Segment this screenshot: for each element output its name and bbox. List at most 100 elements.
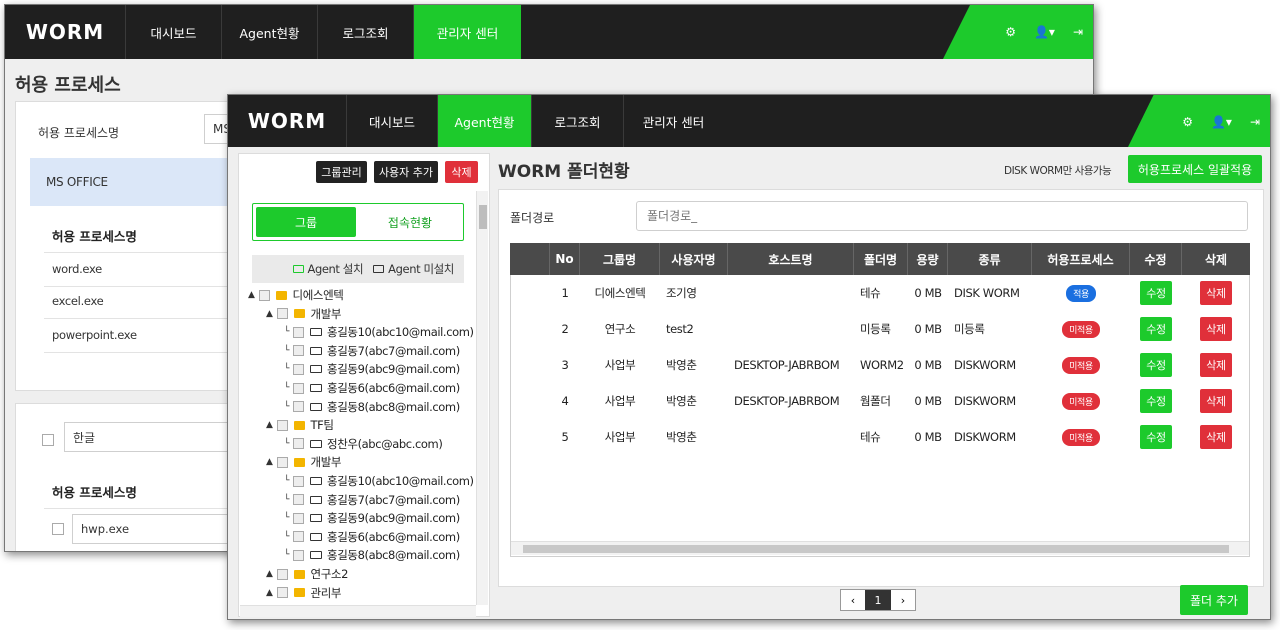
selected-group-label: MS OFFICE [46,175,108,189]
tree-checkbox[interactable] [276,568,288,580]
front-nav-admin[interactable]: 관리자 센터 [623,95,723,147]
back-nav-agent[interactable]: Agent현황 [221,5,317,59]
table-hscrollbar[interactable] [511,541,1249,555]
tree-checkbox[interactable] [276,456,288,468]
sidebar-scrollbar[interactable] [476,191,488,605]
tree-checkbox[interactable] [276,587,288,599]
collapse-toggle-icon[interactable]: ▲ [266,569,273,579]
tree-folder-item[interactable]: ▲ TF팀 [266,417,334,433]
tree-checkbox[interactable] [293,512,305,524]
tree-checkbox[interactable] [293,401,305,413]
col-group: 그룹명 [580,243,660,275]
back-nav-admin[interactable]: 관리자 센터 [413,5,521,59]
edit-row-button[interactable]: 수정 [1140,317,1172,341]
sidebar-hscrollbar[interactable] [240,605,476,617]
back-nav-log[interactable]: 로그조회 [317,5,413,59]
tree-folder-item[interactable]: ▲ 개발부 [266,306,341,322]
delete-button[interactable]: 삭제 [445,161,478,183]
tree-checkbox[interactable] [293,345,305,357]
collapse-toggle-icon[interactable]: ▲ [248,290,255,300]
selected-group-row[interactable]: MS OFFICE [30,158,250,206]
tree-user-item[interactable]: └ 홍길동8(abc8@mail.com) [284,399,460,415]
apply-process-button[interactable]: 허용프로세스 일괄적용 [1128,155,1262,183]
group-manage-button[interactable]: 그룹관리 [316,161,367,183]
group2-name-input[interactable]: 한글 [64,422,254,452]
process-input[interactable]: hwp.exe [72,514,252,544]
col-edit: 수정 [1130,243,1182,275]
tab-status[interactable]: 접속현황 [358,207,462,237]
tree-folder-item[interactable]: ▲ 디에스엔텍 [248,287,344,303]
group2-checkbox[interactable] [42,434,54,446]
folder-icon [275,290,287,300]
logout-icon[interactable]: ⇥ [1073,25,1083,39]
settings-icon[interactable]: ⚙ [1005,25,1016,39]
tree-folder-item[interactable]: ▲ 연구소2 [266,566,348,582]
tree-checkbox[interactable] [276,308,288,320]
delete-row-button[interactable]: 삭제 [1200,389,1232,413]
next-page-icon[interactable]: › [891,590,915,610]
table-header: No 그룹명 사용자명 호스트명 폴더명 용량 종류 허용프로세스 수정 삭제 [510,243,1250,275]
tree-user-item[interactable]: └ 정찬우(abc@abc.com) [284,436,443,452]
front-nav-dashboard[interactable]: 대시보드 [346,95,437,147]
collapse-toggle-icon[interactable]: ▲ [266,588,273,598]
col-kind: 종류 [948,243,1032,275]
collapse-toggle-icon[interactable]: ▲ [266,457,273,467]
tree-checkbox[interactable] [293,438,305,450]
cell-delete: 삭제 [1182,347,1250,383]
tree-checkbox[interactable] [293,475,305,487]
tree-user-item[interactable]: └ 홍길동10(abc10@mail.com) [284,473,474,489]
current-page[interactable]: 1 [865,590,891,610]
path-input[interactable] [636,201,1248,231]
tree-checkbox[interactable] [293,494,305,506]
tree-user-item[interactable]: └ 홍길동6(abc6@mail.com) [284,380,460,396]
process-checkbox[interactable] [52,523,64,535]
delete-row-button[interactable]: 삭제 [1200,281,1232,305]
tree-checkbox[interactable] [276,419,288,431]
tree-label: 홍길동10(abc10@mail.com) [327,474,474,488]
edit-row-button[interactable]: 수정 [1140,281,1172,305]
tree-checkbox[interactable] [293,326,305,338]
front-logo: WORM [247,109,327,133]
tree-user-item[interactable]: └ 홍길동8(abc8@mail.com) [284,547,460,563]
tree-user-item[interactable]: └ 홍길동7(abc7@mail.com) [284,492,460,508]
process-status-badge: 미적용 [1062,320,1100,338]
edit-row-button[interactable]: 수정 [1140,425,1172,449]
tree-user-item[interactable]: └ 홍길동9(abc9@mail.com) [284,361,460,377]
edit-row-button[interactable]: 수정 [1140,353,1172,377]
collapse-toggle-icon[interactable]: ▲ [266,420,273,430]
back-nav-dashboard[interactable]: 대시보드 [125,5,221,59]
front-nav-agent[interactable]: Agent현황 [437,95,531,147]
tree-checkbox[interactable] [293,531,305,543]
collapse-toggle-icon[interactable]: ▲ [266,309,273,319]
row-spacer [510,311,550,347]
tree-user-item[interactable]: └ 홍길동6(abc6@mail.com) [284,529,460,545]
tab-group[interactable]: 그룹 [256,207,356,237]
tree-user-item[interactable]: └ 홍길동9(abc9@mail.com) [284,510,460,526]
front-nav-log[interactable]: 로그조회 [531,95,623,147]
user-icon[interactable]: 👤▾ [1211,115,1232,129]
table-scrollbar-thumb[interactable] [523,545,1229,553]
tree-checkbox[interactable] [293,549,305,561]
tree-user-item[interactable]: └ 홍길동7(abc7@mail.com) [284,343,460,359]
delete-row-button[interactable]: 삭제 [1200,353,1232,377]
user-icon[interactable]: 👤▾ [1034,25,1055,39]
tree-folder-item[interactable]: ▲ 개발부 [266,454,341,470]
tree-checkbox[interactable] [293,363,305,375]
settings-icon[interactable]: ⚙ [1182,115,1193,129]
cell-kind: DISK WORM [954,286,1020,300]
tree-checkbox[interactable] [258,289,270,301]
delete-row-button[interactable]: 삭제 [1200,425,1232,449]
delete-row-button[interactable]: 삭제 [1200,317,1232,341]
scrollbar-thumb[interactable] [479,205,487,229]
tree-label: 홍길동9(abc9@mail.com) [327,511,460,526]
table-row: 2 연구소 test2 미등록 0 MB 미등록 미적용 수정 삭제 [510,311,1250,347]
add-user-button[interactable]: 사용자 추가 [374,161,438,183]
logout-icon[interactable]: ⇥ [1250,115,1260,129]
back-topbar: WORM 대시보드 Agent현황 로그조회 관리자 센터 ⚙ 👤▾ ⇥ [5,5,1093,59]
tree-folder-item[interactable]: ▲ 관리부 [266,585,341,601]
add-folder-button[interactable]: 폴더 추가 [1180,585,1248,615]
edit-row-button[interactable]: 수정 [1140,389,1172,413]
tree-checkbox[interactable] [293,382,305,394]
prev-page-icon[interactable]: ‹ [841,590,865,610]
tree-user-item[interactable]: └ 홍길동10(abc10@mail.com) [284,324,474,340]
